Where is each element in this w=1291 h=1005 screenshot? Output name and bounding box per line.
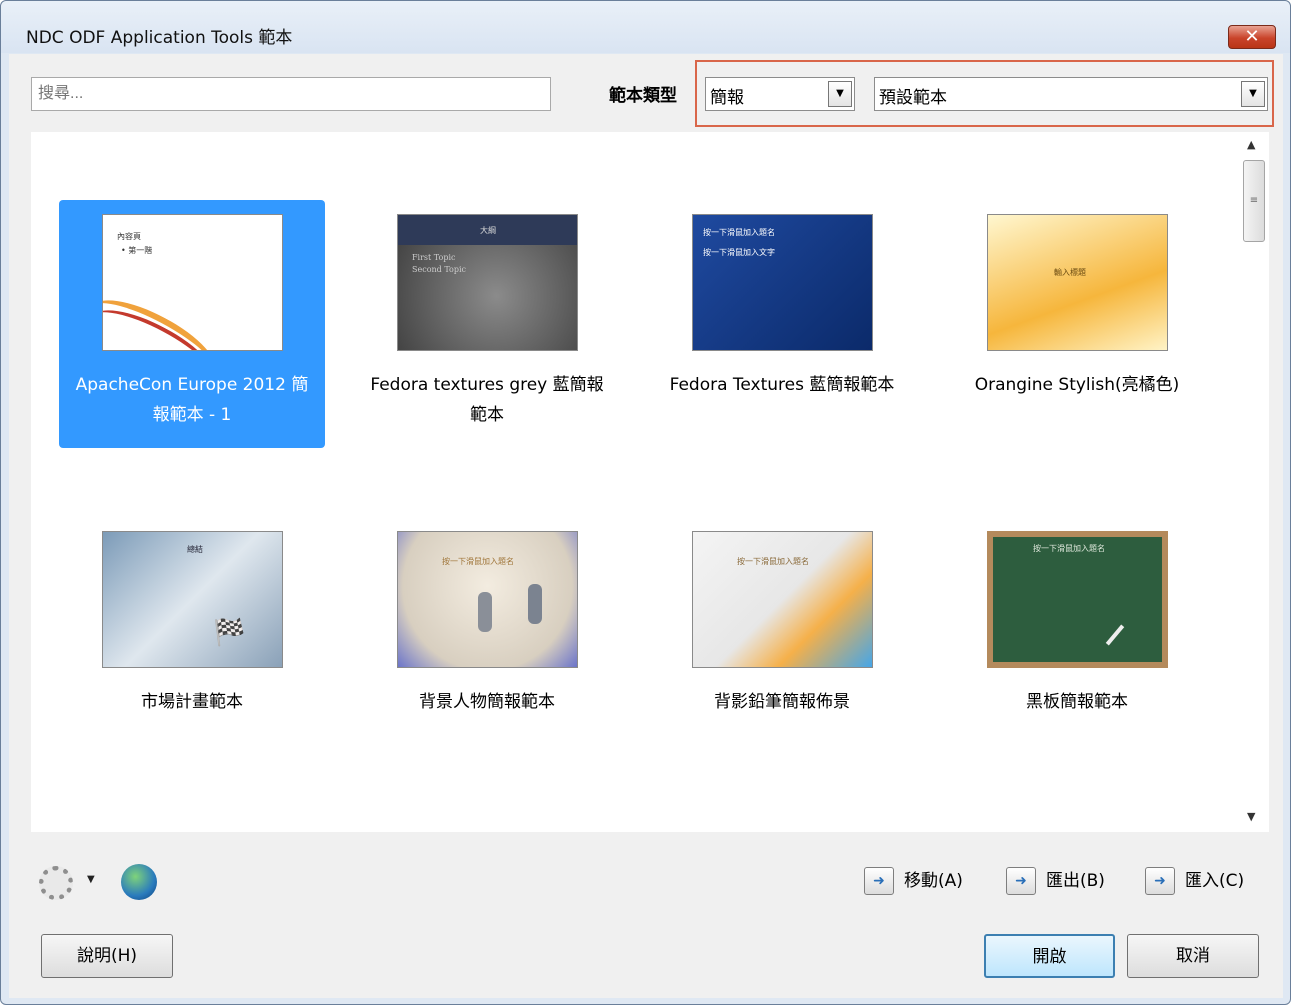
chevron-down-icon[interactable]: ▼	[87, 874, 95, 885]
chevron-down-icon[interactable]: ▼	[828, 81, 852, 107]
template-tile[interactable]: 按一下滑鼠加入題名 背景人物簡報範本	[354, 517, 620, 765]
close-button[interactable]: ✕	[1228, 25, 1276, 49]
template-label: 背景人物簡報範本	[419, 692, 555, 712]
template-label: 市場計畫範本	[141, 692, 243, 712]
folder-move-icon: ➜	[864, 867, 894, 895]
template-thumbnail: 按一下滑鼠加入題名 按一下滑鼠加入文字	[692, 214, 873, 351]
document-type-select[interactable]: 簡報 ▼	[705, 77, 855, 111]
globe-icon[interactable]	[121, 864, 157, 900]
open-button[interactable]: 開啟	[984, 934, 1115, 978]
template-label: 黑板簡報範本	[1026, 692, 1128, 712]
cancel-button[interactable]: 取消	[1127, 934, 1259, 978]
category-select[interactable]: 預設範本 ▼	[874, 77, 1268, 111]
category-value: 預設範本	[879, 88, 947, 108]
scroll-down-icon[interactable]: ▼	[1247, 810, 1255, 823]
template-label: ApacheCon Europe 2012 簡報範本 - 1	[75, 375, 309, 425]
scrollbar-thumb[interactable]: ≡	[1243, 160, 1265, 242]
document-type-value: 簡報	[710, 88, 744, 108]
template-thumbnail: 輸入標題	[987, 214, 1168, 351]
title-bar: NDC ODF Application Tools 範本 ✕	[1, 1, 1290, 53]
template-gallery: 內容頁 • 第一階 ApacheCon Europe 2012 簡報範本 - 1…	[31, 132, 1269, 832]
import-icon: ➜	[1145, 867, 1175, 895]
template-tile[interactable]: 大綱 First Topic Second Topic Fedora textu…	[354, 200, 620, 448]
gallery-scrollbar[interactable]: ▲ ≡ ▼	[1241, 132, 1269, 832]
template-label: Orangine Stylish(亮橘色)	[974, 375, 1180, 395]
template-thumbnail: 按一下滑鼠加入題名	[692, 531, 873, 668]
template-dialog: NDC ODF Application Tools 範本 ✕ 範本類型 簡報 ▼…	[0, 0, 1291, 1005]
import-button[interactable]: ➜ 匯入(C)	[1145, 866, 1244, 895]
template-type-label: 範本類型	[609, 86, 677, 106]
help-button[interactable]: 說明(H)	[41, 934, 173, 978]
template-tile[interactable]: 總結 🏁 市場計畫範本	[59, 517, 325, 765]
template-thumbnail: 按一下滑鼠加入題名	[397, 531, 578, 668]
export-button[interactable]: ➜ 匯出(B)	[1006, 866, 1105, 895]
search-input[interactable]	[31, 77, 551, 111]
template-label: Fedora Textures 藍簡報範本	[669, 375, 895, 395]
template-thumbnail: 大綱 First Topic Second Topic	[397, 214, 578, 351]
gear-icon[interactable]	[39, 866, 73, 900]
template-tile[interactable]: 輸入標題 Orangine Stylish(亮橘色)	[944, 200, 1210, 448]
import-label: 匯入(C)	[1185, 871, 1245, 891]
template-thumbnail: 總結 🏁	[102, 531, 283, 668]
template-thumbnail: 內容頁 • 第一階	[102, 214, 283, 351]
template-label: Fedora textures grey 藍簡報範本	[370, 375, 604, 425]
template-tile[interactable]: 按一下滑鼠加入題名 按一下滑鼠加入文字 Fedora Textures 藍簡報範…	[649, 200, 915, 448]
template-label: 背影鉛筆簡報佈景	[714, 692, 850, 712]
template-tile[interactable]: 按一下滑鼠加入題名 背影鉛筆簡報佈景	[649, 517, 915, 765]
template-tile[interactable]: 按一下滑鼠加入題名 黑板簡報範本	[944, 517, 1210, 765]
export-icon: ➜	[1006, 867, 1036, 895]
template-tile[interactable]: 內容頁 • 第一階 ApacheCon Europe 2012 簡報範本 - 1	[59, 200, 325, 448]
move-button[interactable]: ➜ 移動(A)	[864, 866, 963, 895]
template-thumbnail: 按一下滑鼠加入題名	[987, 531, 1168, 668]
window-title: NDC ODF Application Tools 範本	[26, 28, 293, 48]
chevron-down-icon[interactable]: ▼	[1241, 81, 1265, 107]
export-label: 匯出(B)	[1046, 871, 1105, 891]
dialog-body: 範本類型 簡報 ▼ 預設範本 ▼ 內容頁 • 第一階 ApacheCon Eur…	[9, 54, 1283, 998]
scroll-up-icon[interactable]: ▲	[1247, 138, 1255, 151]
move-label: 移動(A)	[904, 871, 963, 891]
